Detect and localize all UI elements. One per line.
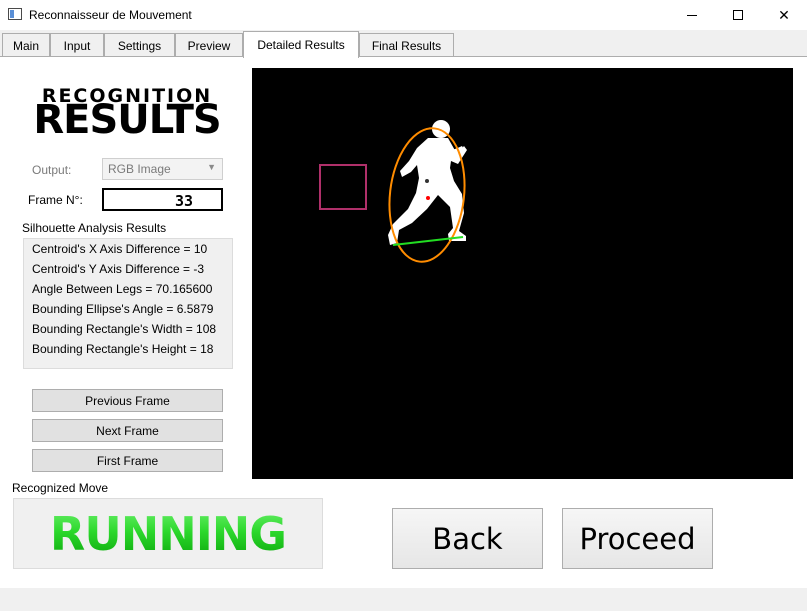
frame-number-label: Frame N°: [28, 193, 83, 207]
list-item: Bounding Rectangle's Width = 108 [32, 322, 217, 336]
output-label: Output: [32, 163, 72, 177]
recognized-move-value: RUNNING [49, 506, 287, 561]
close-icon: ✕ [778, 6, 790, 23]
minimize-icon [687, 14, 697, 16]
list-item: Centroid's X Axis Difference = 10 [32, 242, 208, 256]
silhouette-results-list[interactable]: Centroid's X Axis Difference = 10 Centro… [23, 238, 233, 369]
tab-main[interactable]: Main [2, 33, 50, 57]
chevron-down-icon: ▼ [207, 162, 216, 172]
minimize-button[interactable] [669, 0, 715, 30]
centroid-marker [426, 196, 430, 200]
maximize-button[interactable] [715, 0, 761, 30]
centroid-previous-marker [425, 179, 429, 183]
app-icon [8, 8, 22, 20]
frame-viewer [252, 68, 793, 479]
tab-settings[interactable]: Settings [104, 33, 175, 57]
list-item: Centroid's Y Axis Difference = -3 [32, 262, 205, 276]
list-item: Angle Between Legs = 70.165600 [32, 282, 213, 296]
close-button[interactable]: ✕ [761, 0, 807, 30]
window-title: Reconnaisseur de Mouvement [29, 8, 192, 22]
recognized-move-label: Recognized Move [12, 481, 109, 495]
list-item: Bounding Rectangle's Height = 18 [32, 342, 214, 356]
title-bar: Reconnaisseur de Mouvement ✕ [0, 0, 807, 30]
tab-bar: Main Input Settings Preview Detailed Res… [0, 31, 807, 58]
first-frame-button[interactable]: First Frame [32, 449, 223, 472]
proceed-button[interactable]: Proceed [562, 508, 713, 569]
list-item: Bounding Ellipse's Angle = 6.5879 [32, 302, 214, 316]
bounding-rectangle [319, 164, 367, 210]
output-select[interactable]: RGB Image ▼ [102, 158, 223, 180]
frame-number-field[interactable]: 33 [102, 188, 223, 211]
tab-input[interactable]: Input [50, 33, 104, 57]
tab-final-results[interactable]: Final Results [359, 33, 454, 57]
frame-image [319, 120, 467, 263]
maximize-icon [733, 10, 743, 20]
recognized-move-panel: RUNNING [13, 498, 323, 569]
output-select-value: RGB Image [108, 162, 171, 176]
silhouette-results-title: Silhouette Analysis Results [22, 221, 167, 235]
tab-preview[interactable]: Preview [175, 33, 243, 57]
next-frame-button[interactable]: Next Frame [32, 419, 223, 442]
status-strip [0, 588, 807, 611]
logo-title-bottom: RESULTS [33, 97, 221, 143]
previous-frame-button[interactable]: Previous Frame [32, 389, 223, 412]
tab-detailed-results[interactable]: Detailed Results [243, 31, 359, 58]
back-button[interactable]: Back [392, 508, 543, 569]
